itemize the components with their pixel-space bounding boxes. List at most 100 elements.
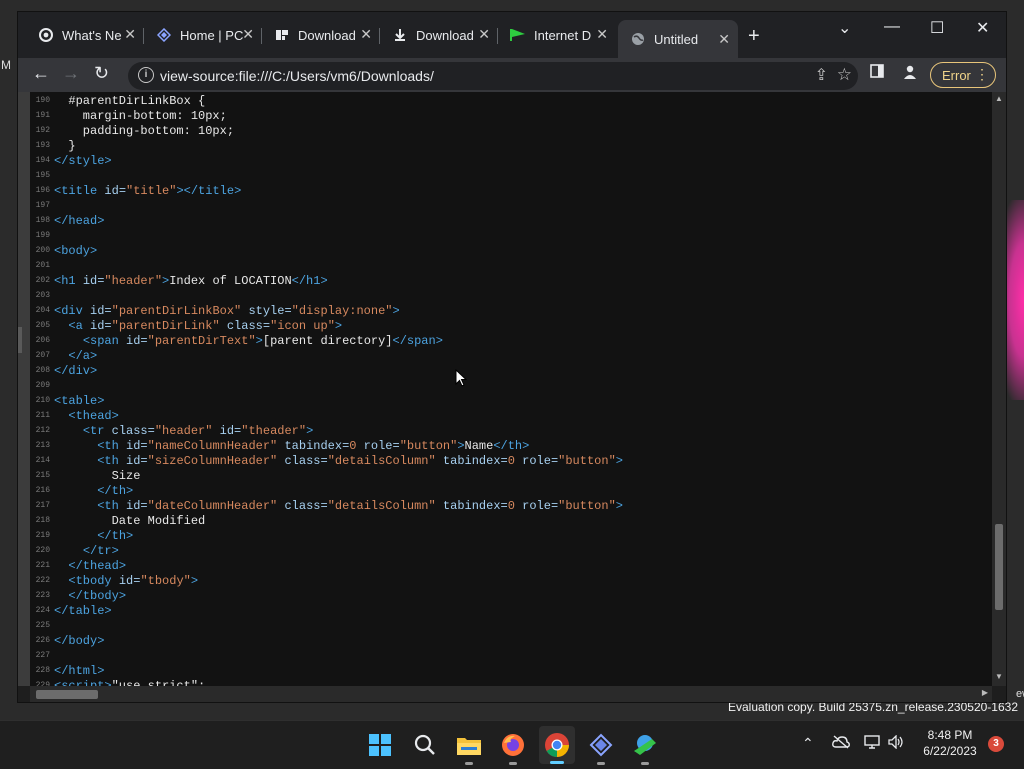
code-token: </body> [54,634,105,648]
taskbar-clock[interactable]: 8:48 PM 6/22/2023 [920,727,980,759]
close-icon[interactable]: ✕ [596,26,608,43]
tab-label: Untitled [654,31,699,47]
line-number: 203 [35,291,50,300]
tab-download-github[interactable]: Download ✕ [262,22,380,48]
firefox-icon[interactable] [499,731,527,765]
code-token: > [334,319,343,333]
source-line: 228 </html> [30,664,980,679]
tab-label: What's Ne [62,27,122,43]
info-icon[interactable]: i [138,67,154,83]
line-source: <title id="title"></title> [54,184,241,198]
close-window-icon[interactable]: ✕ [976,18,989,38]
address-url[interactable]: view-source:file:///C:/Users/vm6/Downloa… [160,68,434,84]
code-token: <th [97,454,127,468]
source-line: 214 <th id="sizeColumnHeader" class="det… [30,454,980,469]
pc-app-icon[interactable] [587,731,615,765]
network-icon[interactable] [864,735,882,752]
horizontal-scroll-thumb[interactable] [36,690,98,699]
line-number: 228 [35,666,50,675]
tab-search-chevron-icon[interactable]: ⌄ [838,18,851,38]
tab-whats-new[interactable]: What's Ne ✕ [26,22,144,48]
line-number: 210 [35,396,50,405]
minimize-icon[interactable]: — [884,18,900,36]
line-number: 192 [35,126,50,135]
notification-badge[interactable]: 3 [988,736,1004,752]
close-icon[interactable]: ✕ [360,26,372,43]
code-token: "button" [558,454,616,468]
tab-untitled[interactable]: Untitled ✕ [618,20,738,58]
source-view[interactable]: 190 #parentDirLinkBox {191 margin-bottom… [30,92,992,693]
back-arrow-icon[interactable]: ← [32,63,50,84]
error-button[interactable]: Error ⋮ [930,62,996,88]
bookmark-star-icon[interactable]: ☆ [837,65,852,85]
search-icon[interactable] [411,731,439,759]
code-token: </tr> [82,544,119,558]
scroll-up-icon[interactable]: ▲ [995,94,1003,103]
source-line: 195 [30,169,980,184]
code-token: id= [126,454,148,468]
source-line: 192 padding-bottom: 10px; [30,124,980,139]
browser-window: What's Ne ✕ Home | PC ✕ Download ✕ Downl… [18,12,1006,702]
code-token: tabindex= [277,439,350,453]
code-token: "icon up" [270,319,335,333]
vertical-scroll-thumb[interactable] [995,524,1003,610]
address-bar[interactable]: i view-source:file:///C:/Users/vm6/Downl… [128,62,858,90]
share-icon[interactable]: ⇪ [815,65,828,85]
tab-home-pc[interactable]: Home | PC ✕ [144,22,262,48]
code-token: "detailsColumn" [327,499,436,513]
line-number: 206 [35,336,50,345]
code-token: 0 [507,499,515,513]
code-token: id= [126,334,148,348]
code-token: "tbody" [140,574,191,588]
line-number: 226 [35,636,50,645]
horizontal-scrollbar[interactable]: ▶ [30,686,992,702]
close-icon[interactable]: ✕ [718,31,730,48]
code-token: <title [54,184,105,198]
tab-internet-download[interactable]: Internet D ✕ [498,22,616,48]
line-number: 198 [35,216,50,225]
line-number: 213 [35,441,50,450]
source-line: 197 [30,199,980,214]
code-token: </span> [392,334,443,348]
source-line: 226 </body> [30,634,980,649]
chrome-taskbar-icon[interactable] [539,726,575,764]
line-number: 225 [35,621,50,630]
tab-download[interactable]: Download ✕ [380,22,498,48]
scroll-right-icon[interactable]: ▶ [982,688,988,697]
new-tab-button[interactable]: + [748,25,760,48]
source-line: 204 <div id="parentDirLinkBox" style="dis… [30,304,980,319]
source-line: 223 </tbody> [30,589,980,604]
close-icon[interactable]: ✕ [124,26,136,43]
chevron-up-icon[interactable]: ⌃ [802,735,814,752]
file-explorer-icon[interactable] [455,731,483,765]
tab-strip: What's Ne ✕ Home | PC ✕ Download ✕ Downl… [18,12,1006,58]
scroll-down-icon[interactable]: ▼ [995,672,1003,681]
maximize-icon[interactable]: ☐ [930,18,944,38]
line-source: </tbody> [54,589,126,603]
code-token: class= [277,454,328,468]
side-panel-icon[interactable] [870,64,884,83]
network-app-icon[interactable] [631,731,659,765]
reload-icon[interactable]: ↻ [94,63,109,84]
line-source: </div> [54,364,97,378]
source-line: 208 </div> [30,364,980,379]
close-icon[interactable]: ✕ [478,26,490,43]
code-token: </title> [183,184,242,198]
vertical-scrollbar[interactable]: ▲ ▼ [992,92,1006,686]
profile-icon[interactable] [902,64,918,85]
volume-icon[interactable] [888,734,904,752]
code-token: tabindex= [435,499,508,513]
code-token: </a> [68,349,98,363]
line-number: 204 [35,306,50,315]
tab-label: Download [298,27,356,43]
forward-arrow-icon[interactable]: → [62,63,80,84]
menu-dots-icon[interactable]: ⋮ [975,66,989,83]
close-icon[interactable]: ✕ [242,26,254,43]
line-source: #parentDirLinkBox { [54,94,205,108]
source-line: 213 <th id="nameColumnHeader" tabindex=0… [30,439,980,454]
cloud-off-icon[interactable] [832,735,850,752]
start-button[interactable] [366,731,394,759]
